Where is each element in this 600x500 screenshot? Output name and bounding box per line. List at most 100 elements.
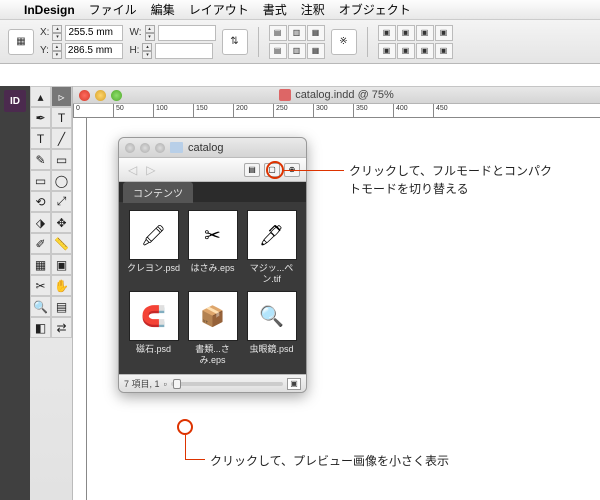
- zoom-button[interactable]: [111, 90, 122, 101]
- divider: [367, 27, 368, 57]
- tool-type[interactable]: T: [51, 107, 72, 128]
- tool-note[interactable]: ▤: [51, 296, 72, 317]
- minimize-button[interactable]: [95, 90, 106, 101]
- grid-item[interactable]: 🔍虫眼鏡.psd: [245, 291, 298, 366]
- align-btn[interactable]: ▥: [288, 43, 306, 59]
- document-title: catalog.indd @ 75%: [295, 89, 394, 101]
- item-label: 虫眼鏡.psd: [245, 344, 298, 366]
- h-label: H:: [129, 45, 139, 56]
- wrap-btn[interactable]: ▣: [378, 43, 396, 59]
- tool-button[interactable]: ▣: [51, 254, 72, 275]
- align-btn[interactable]: ▤: [269, 43, 287, 59]
- menubar: InDesign ファイル 編集 レイアウト 書式 注釈 オブジェクト: [0, 0, 600, 20]
- h-stepper[interactable]: ▴▾: [142, 43, 152, 59]
- align-btn[interactable]: ▥: [288, 25, 306, 41]
- divider: [258, 27, 259, 57]
- tool-scale[interactable]: ⤢: [51, 191, 72, 212]
- view-expand-button[interactable]: ⊕: [284, 163, 300, 177]
- callout-line: [185, 459, 205, 460]
- wrap-btn[interactable]: ▣: [435, 25, 453, 41]
- tool-measure[interactable]: 📏: [51, 233, 72, 254]
- tool-type[interactable]: T: [30, 128, 51, 149]
- tool-hand[interactable]: ✋: [51, 275, 72, 296]
- wrap-btn[interactable]: ▣: [435, 43, 453, 59]
- view-mode-toggle-button[interactable]: ▢: [264, 163, 280, 177]
- document-titlebar: catalog.indd @ 75%: [73, 86, 600, 104]
- nav-back-icon[interactable]: ◁: [125, 163, 140, 177]
- view-compact-button[interactable]: ▤: [244, 163, 260, 177]
- app-name[interactable]: InDesign: [24, 3, 75, 17]
- wrap-btn[interactable]: ▣: [397, 43, 415, 59]
- panel-zoom-icon[interactable]: [155, 143, 165, 153]
- tool-shear[interactable]: ⬗: [30, 212, 51, 233]
- wrap-btn[interactable]: ▣: [416, 25, 434, 41]
- menu-layout[interactable]: レイアウト: [189, 1, 249, 18]
- tool-selection[interactable]: ▴: [30, 86, 51, 107]
- tool-zoom[interactable]: 🔍: [30, 296, 51, 317]
- nav-forward-icon[interactable]: ▷: [143, 163, 158, 177]
- tool-direct-selection[interactable]: ▹: [51, 86, 72, 107]
- thumbnail-size-slider[interactable]: [171, 382, 283, 386]
- tool-eyedropper[interactable]: ✐: [30, 233, 51, 254]
- thumbnail: 🖊: [247, 210, 297, 260]
- x-input[interactable]: [65, 25, 123, 41]
- panel-footer: 7 項目, 1 ▫ ▣: [119, 374, 306, 392]
- align-btn[interactable]: ▤: [269, 25, 287, 41]
- tool-scissors[interactable]: ✂: [30, 275, 51, 296]
- reference-point-icon[interactable]: ▦: [8, 29, 34, 55]
- slider-handle[interactable]: [173, 379, 181, 389]
- menu-notes[interactable]: 注釈: [301, 1, 325, 18]
- tool-rect[interactable]: ▭: [30, 170, 51, 191]
- app-strip: ID: [0, 86, 30, 500]
- close-button[interactable]: [79, 90, 90, 101]
- grid-item[interactable]: 🧲磁石.psd: [127, 291, 180, 366]
- panel-titlebar[interactable]: catalog: [119, 138, 306, 158]
- grid-item[interactable]: 🖍クレヨン.psd: [127, 210, 180, 285]
- y-input[interactable]: [65, 43, 123, 59]
- grid-item[interactable]: 🖊マジッ...ペン.tif: [245, 210, 298, 285]
- x-label: X:: [40, 27, 49, 38]
- tool-pen[interactable]: ✒: [30, 107, 51, 128]
- fill-stroke[interactable]: ◧: [30, 317, 51, 338]
- grid-item[interactable]: ✂はさみ.eps: [186, 210, 239, 285]
- menu-type[interactable]: 書式: [263, 1, 287, 18]
- new-folder-button[interactable]: ▣: [287, 378, 301, 390]
- item-label: 書類...さみ.eps: [186, 344, 239, 366]
- menu-file[interactable]: ファイル: [89, 1, 137, 18]
- wrap-btn[interactable]: ▣: [416, 43, 434, 59]
- grid-item[interactable]: 📦書類...さみ.eps: [186, 291, 239, 366]
- align-btn[interactable]: ▦: [307, 43, 325, 59]
- control-bar: ▦ X: ▴▾ Y: ▴▾ W: ▴▾ H: ▴▾ ⇅ ▤▥▦ ▤▥▦ ※ ▣▣…: [0, 20, 600, 64]
- zoom-out-icon[interactable]: ▫: [164, 379, 167, 389]
- tool-pencil[interactable]: ✎: [30, 149, 51, 170]
- tool-free[interactable]: ✥: [51, 212, 72, 233]
- wrap-btn[interactable]: ▣: [378, 25, 396, 41]
- wrap-btn[interactable]: ▣: [397, 25, 415, 41]
- x-stepper[interactable]: ▴▾: [52, 25, 62, 41]
- callout-line: [185, 435, 186, 459]
- w-label: W:: [129, 27, 141, 38]
- tool-rotate[interactable]: ⟲: [30, 191, 51, 212]
- w-stepper[interactable]: ▴▾: [145, 25, 155, 41]
- document-icon: [279, 89, 291, 101]
- panel-min-icon[interactable]: [140, 143, 150, 153]
- menu-object[interactable]: オブジェクト: [339, 1, 411, 18]
- constrain-icon[interactable]: ⇅: [222, 29, 248, 55]
- swap-icon[interactable]: ⇄: [51, 317, 72, 338]
- effects-icon[interactable]: ※: [331, 29, 357, 55]
- menu-edit[interactable]: 編集: [151, 1, 175, 18]
- tool-line[interactable]: ╱: [51, 128, 72, 149]
- tool-frame[interactable]: ▭: [51, 149, 72, 170]
- h-input[interactable]: [155, 43, 213, 59]
- tab-contents[interactable]: コンテンツ: [123, 182, 193, 203]
- align-btn[interactable]: ▦: [307, 25, 325, 41]
- vertical-ruler[interactable]: [73, 118, 87, 500]
- w-input[interactable]: [158, 25, 216, 41]
- horizontal-ruler[interactable]: [73, 104, 600, 118]
- indesign-icon[interactable]: ID: [4, 90, 26, 112]
- thumbnail-grid: 🖍クレヨン.psd ✂はさみ.eps 🖊マジッ...ペン.tif 🧲磁石.psd…: [119, 202, 306, 374]
- panel-close-icon[interactable]: [125, 143, 135, 153]
- y-stepper[interactable]: ▴▾: [52, 43, 62, 59]
- tool-gradient[interactable]: ▦: [30, 254, 51, 275]
- tool-ellipse[interactable]: ◯: [51, 170, 72, 191]
